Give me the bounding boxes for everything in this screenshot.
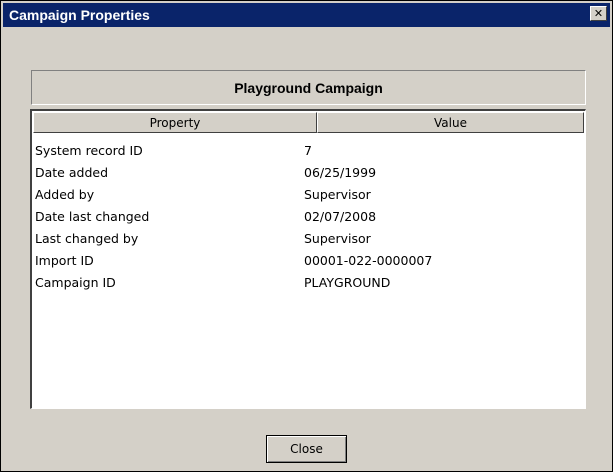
value-cell: 06/25/1999 <box>304 165 377 180</box>
list-row[interactable]: Import ID 00001-022-0000007 <box>35 253 582 275</box>
list-row[interactable]: Campaign ID PLAYGROUND <box>35 275 582 297</box>
list-row[interactable]: Last changed by Supervisor <box>35 231 582 253</box>
column-headers: Property Value <box>33 112 584 133</box>
column-header-value[interactable]: Value <box>317 112 584 133</box>
title-bar[interactable]: Campaign Properties ✕ <box>3 3 610 27</box>
list-row[interactable]: Date last changed 02/07/2008 <box>35 209 582 231</box>
column-header-value-label: Value <box>434 115 467 130</box>
property-cell: System record ID <box>35 143 143 158</box>
column-header-property[interactable]: Property <box>33 112 317 133</box>
value-cell: Supervisor <box>304 231 371 246</box>
property-cell: Campaign ID <box>35 275 116 290</box>
close-icon: ✕ <box>593 7 604 20</box>
property-cell: Import ID <box>35 253 94 268</box>
column-header-property-label: Property <box>149 115 201 130</box>
list-row[interactable]: Added by Supervisor <box>35 187 582 209</box>
value-cell: PLAYGROUND <box>304 275 391 290</box>
property-cell: Added by <box>35 187 95 202</box>
close-window-button[interactable]: ✕ <box>590 6 607 21</box>
properties-list[interactable]: Property Value System record ID 7 Date a… <box>30 109 586 409</box>
property-cell: Date added <box>35 165 109 180</box>
list-row[interactable]: Date added 06/25/1999 <box>35 165 582 187</box>
list-rows: System record ID 7 Date added 06/25/1999… <box>35 143 582 297</box>
record-name: Playground Campaign <box>234 79 383 96</box>
property-cell: Date last changed <box>35 209 150 224</box>
value-cell: 00001-022-0000007 <box>304 253 433 268</box>
property-cell: Last changed by <box>35 231 139 246</box>
campaign-properties-dialog: Campaign Properties ✕ Playground Campaig… <box>0 0 613 472</box>
record-name-panel: Playground Campaign <box>31 70 586 105</box>
close-button-label: Close <box>290 442 323 456</box>
value-cell: Supervisor <box>304 187 371 202</box>
value-cell: 02/07/2008 <box>304 209 377 224</box>
window-title: Campaign Properties <box>9 7 150 23</box>
value-cell: 7 <box>304 143 312 158</box>
close-button[interactable]: Close <box>266 435 347 463</box>
list-row[interactable]: System record ID 7 <box>35 143 582 165</box>
